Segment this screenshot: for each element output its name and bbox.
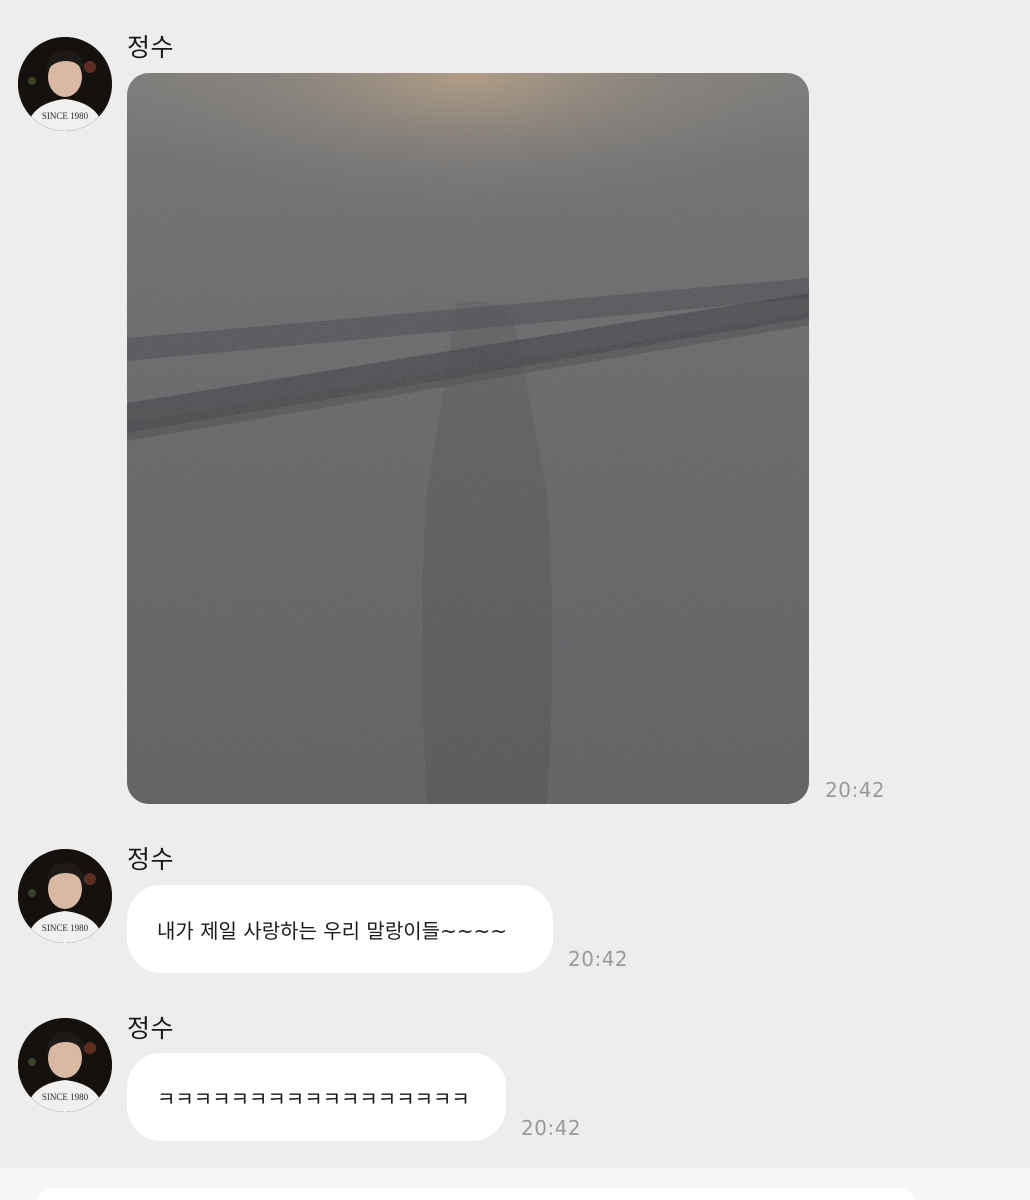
message-bubble[interactable]: ㅋㅋㅋㅋㅋㅋㅋㅋㅋㅋㅋㅋㅋㅋㅋㅋㅋ — [127, 1053, 506, 1141]
message-bubble[interactable]: 내가 제일 사랑하는 우리 말랑이들~~~~ — [127, 885, 553, 973]
message-text: ㅋㅋㅋㅋㅋㅋㅋㅋㅋㅋㅋㅋㅋㅋㅋㅋㅋ — [157, 1086, 470, 1111]
svg-text:SINCE 1980: SINCE 1980 — [42, 923, 89, 933]
sender-avatar[interactable]: SINCE 1980 — [18, 1018, 112, 1112]
sender-name: 정수 — [127, 33, 175, 62]
message-input[interactable] — [34, 1188, 918, 1200]
sender-name: 정수 — [127, 1014, 175, 1043]
chat-view: SINCE 1980 정수 20:42 SINCE 1980 정수 내가 제일 … — [0, 0, 1030, 1200]
sender-avatar[interactable]: SINCE 1980 — [18, 849, 112, 943]
message-time: 20:42 — [521, 1116, 582, 1140]
message-time: 20:42 — [568, 947, 629, 971]
message-time: 20:42 — [825, 778, 886, 802]
message-text: 내가 제일 사랑하는 우리 말랑이들~~~~ — [157, 918, 508, 943]
shared-photo[interactable] — [127, 73, 809, 804]
sender-name: 정수 — [127, 845, 175, 874]
sender-avatar[interactable]: SINCE 1980 — [18, 37, 112, 131]
svg-text:SINCE 1980: SINCE 1980 — [42, 111, 89, 121]
svg-text:SINCE 1980: SINCE 1980 — [42, 1092, 89, 1102]
